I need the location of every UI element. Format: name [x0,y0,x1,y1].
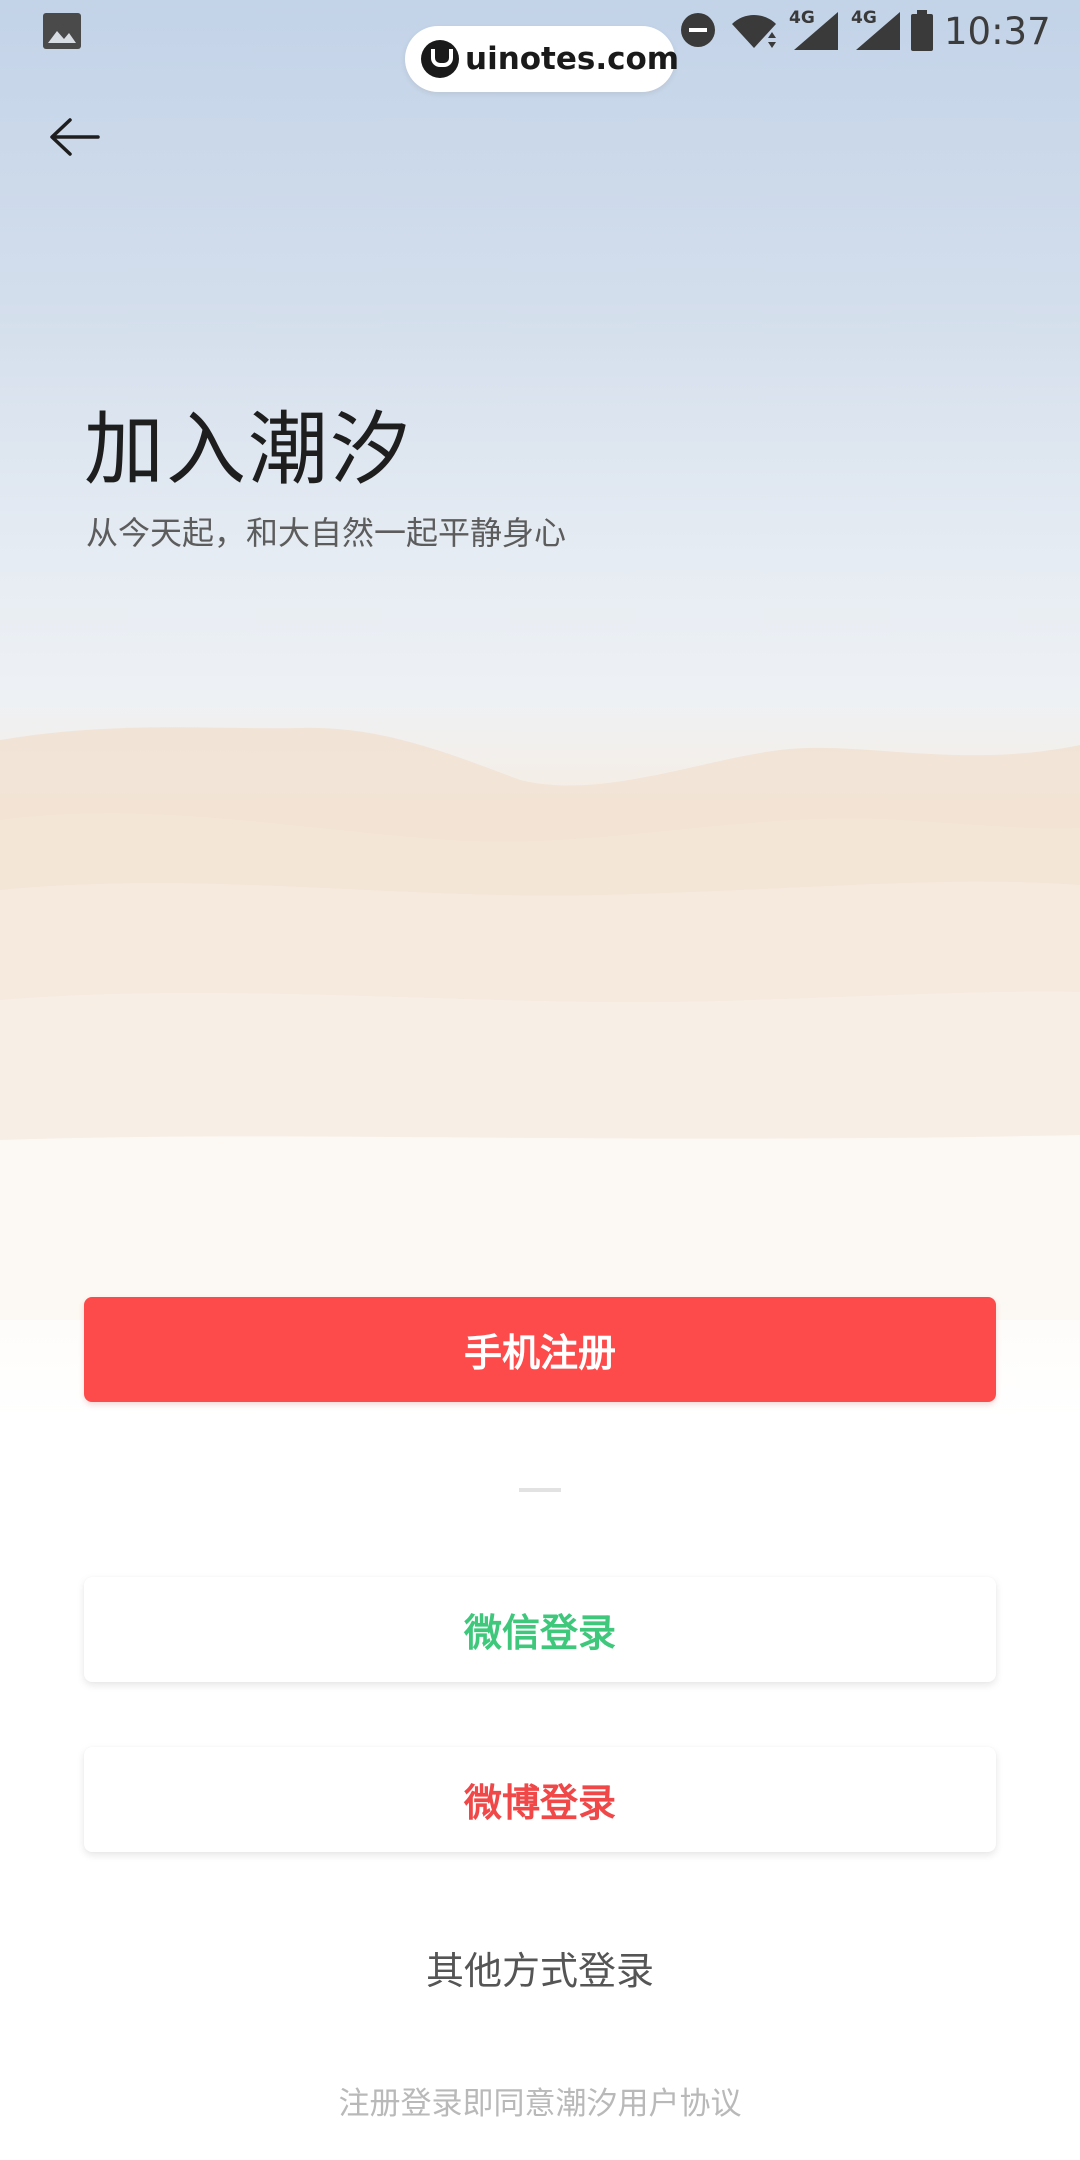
watermark-badge: uinotes.com [405,26,679,92]
battery-icon [911,10,933,51]
desert-dunes-illustration [0,727,1080,1320]
phone-register-button[interactable]: 手机注册 [84,1297,996,1402]
watermark-text: uinotes.com [465,41,680,77]
signal-icon [856,12,900,50]
watermark-logo-icon [421,40,459,78]
other-login-link[interactable]: 其他方式登录 [0,1940,1080,1995]
user-agreement-link[interactable]: 注册登录即同意潮汐用户协议 [0,2078,1080,2123]
page-title: 加入潮汐 [84,403,412,496]
do-not-disturb-icon [681,13,715,47]
clock: 10:37 [944,10,1051,53]
wechat-login-button[interactable]: 微信登录 [84,1577,996,1682]
wifi-icon [732,15,776,48]
gallery-icon [43,13,81,49]
back-button[interactable] [36,104,112,180]
arrow-left-icon [50,118,100,156]
divider [519,1488,561,1492]
status-bar: uinotes.com 4G 4G 10:37 [0,0,1080,92]
page-subtitle: 从今天起，和大自然一起平静身心 [86,514,567,552]
signal-icon [794,12,838,50]
weibo-login-button[interactable]: 微博登录 [84,1747,996,1852]
